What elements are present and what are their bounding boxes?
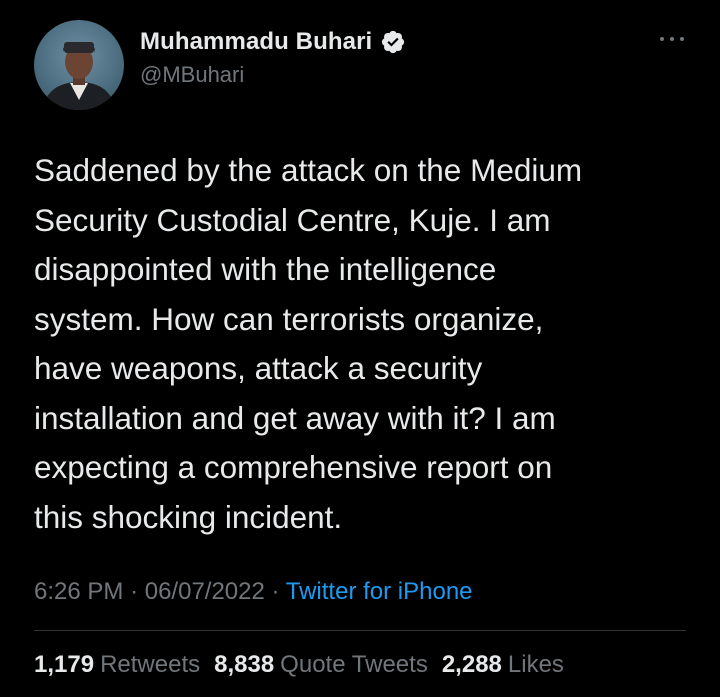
retweets-label: Retweets — [100, 651, 201, 678]
more-dot — [660, 37, 664, 41]
retweets-stat[interactable]: 1,179 Retweets — [34, 651, 200, 679]
quote-tweets-count: 8,838 — [214, 651, 275, 678]
more-dot — [670, 37, 674, 41]
retweets-count: 1,179 — [34, 651, 95, 678]
quote-tweets-stat[interactable]: 8,838 Quote Tweets — [214, 651, 428, 679]
tweet-time[interactable]: 6:26 PM — [34, 578, 123, 605]
avatar-portrait-icon — [42, 42, 116, 110]
author-name-row: Muhammadu Buhari — [140, 28, 406, 56]
meta-separator: · — [130, 578, 145, 605]
tweet-stats: 1,179 Retweets 8,838 Quote Tweets 2,288 Lik… — [34, 651, 578, 679]
tweet-text: Saddened by the attack on the Medium Sec… — [34, 152, 583, 535]
author-info: Muhammadu Buhari @MBuhari — [140, 28, 406, 88]
more-dot — [680, 37, 684, 41]
tweet-date[interactable]: 06/07/2022 — [145, 578, 265, 605]
author-name[interactable]: Muhammadu Buhari — [140, 28, 372, 56]
tweet-meta: 6:26 PM · 06/07/2022 · Twitter for iPhon… — [34, 578, 473, 606]
tweet-source-link[interactable]: Twitter for iPhone — [286, 578, 473, 605]
avatar[interactable] — [34, 20, 124, 110]
likes-label: Likes — [507, 651, 564, 678]
meta-separator: · — [271, 578, 286, 605]
likes-stat[interactable]: 2,288 Likes — [442, 651, 564, 679]
verified-badge-icon — [380, 29, 406, 55]
more-options-icon[interactable] — [660, 34, 684, 44]
tweet-card: Muhammadu Buhari @MBuhari Saddened by th… — [0, 0, 720, 697]
likes-count: 2,288 — [441, 651, 502, 678]
divider — [34, 630, 686, 631]
author-handle[interactable]: @MBuhari — [140, 62, 406, 88]
quote-tweets-label: Quote Tweets — [280, 651, 428, 678]
